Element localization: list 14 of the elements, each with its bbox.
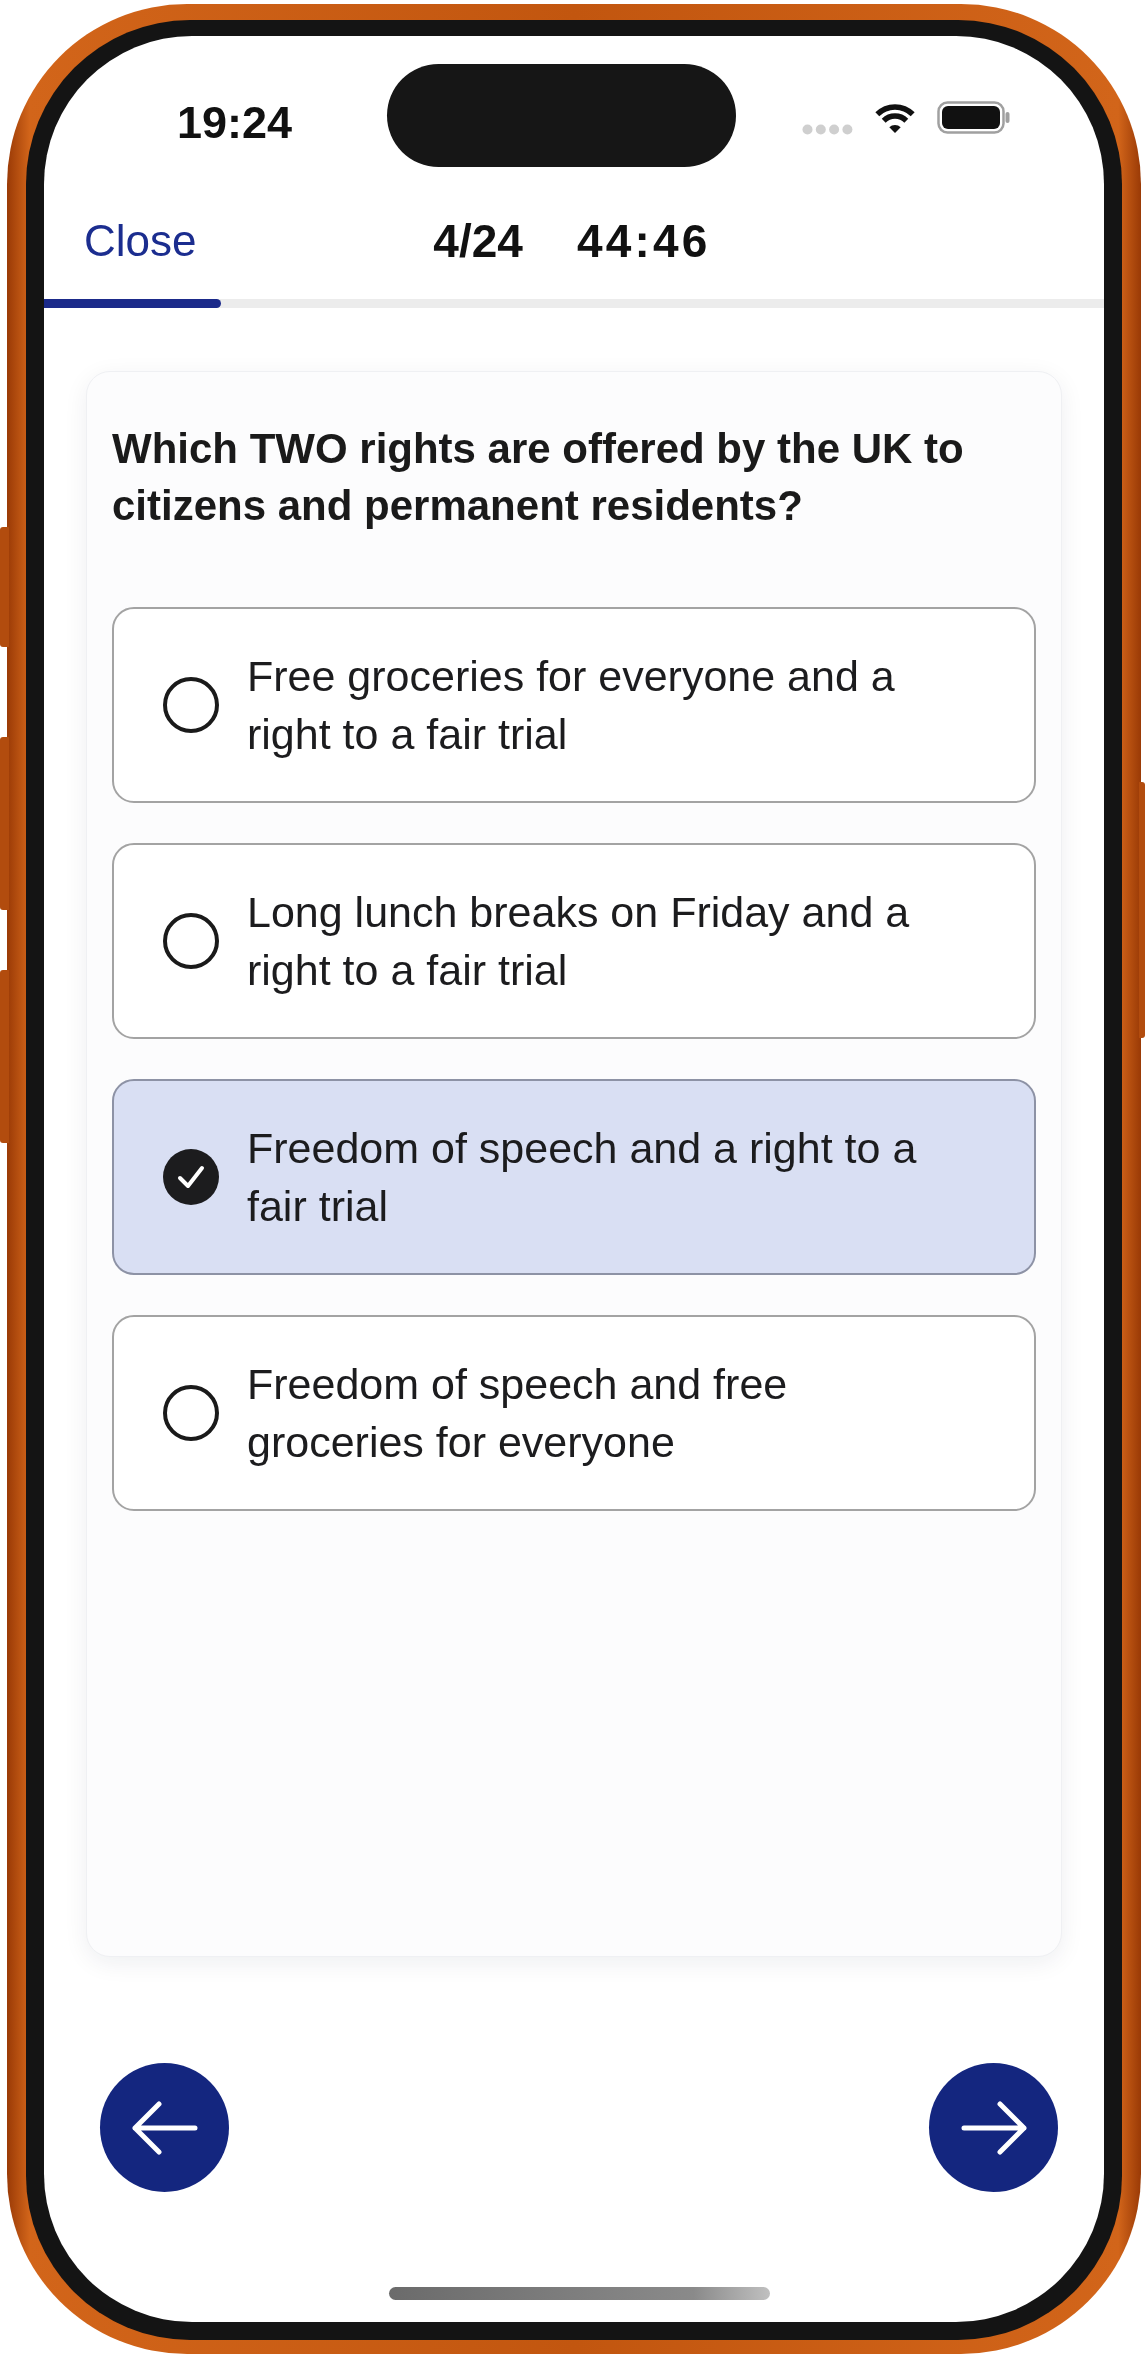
close-button[interactable]: Close: [84, 219, 197, 263]
battery-icon: [937, 101, 1010, 134]
status-time: 19:24: [177, 100, 294, 145]
answer-option[interactable]: Freedom of speech and a right to a fair trial: [112, 1079, 1036, 1275]
arrow-right-icon: [960, 2100, 1027, 2155]
wifi-icon: [873, 101, 917, 134]
answer-option[interactable]: Long lunch breaks on Friday and a right to a fair trial: [112, 843, 1036, 1039]
question-counter: 4/24: [433, 218, 523, 264]
answer-option[interactable]: Free groceries for everyone and a right to a fair trial: [112, 607, 1036, 803]
answer-option[interactable]: Freedom of speech and free groceries for everyone: [112, 1315, 1036, 1511]
timer-text: 44:46: [576, 218, 711, 264]
question-text: Which TWO rights are offered by the UK to citizens and permanent residents?: [112, 424, 965, 531]
arrow-left-icon: [131, 2100, 198, 2155]
signal-dots-icon: [802, 124, 853, 135]
